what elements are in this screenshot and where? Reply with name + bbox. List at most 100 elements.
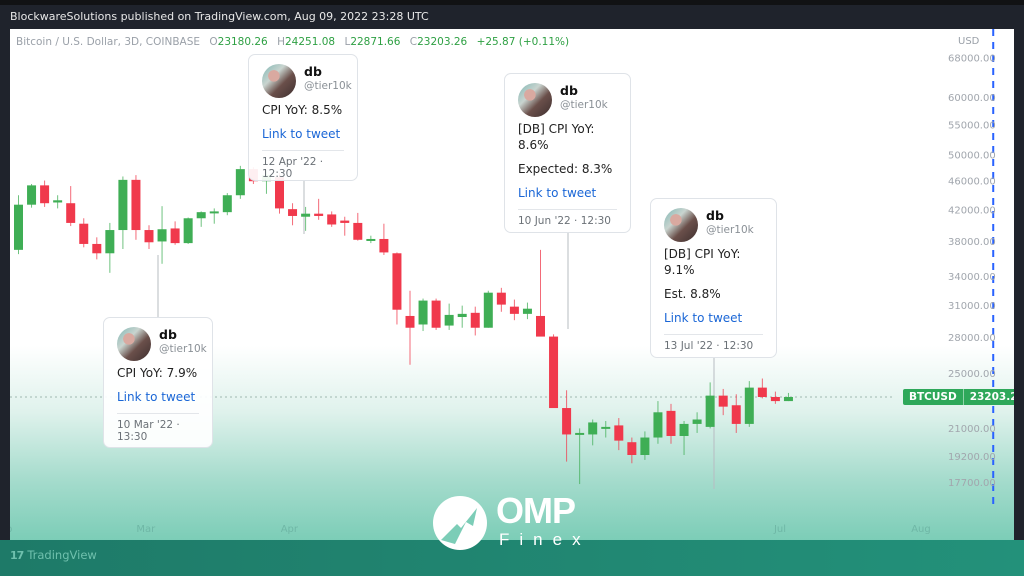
candle — [757, 378, 767, 399]
candle — [353, 212, 363, 241]
tweet-author: db — [159, 327, 177, 342]
candle — [614, 418, 624, 451]
candle — [235, 165, 245, 199]
watermark-word: OMP — [496, 490, 576, 531]
candle-body — [27, 185, 37, 205]
candle — [196, 211, 206, 227]
candle-body — [157, 229, 167, 242]
candle-body — [79, 223, 89, 244]
candle-body — [405, 315, 415, 328]
tradingview-logo[interactable]: 17 TradingView — [10, 548, 97, 562]
candle-body — [66, 203, 76, 223]
candle-body — [757, 387, 767, 397]
tweet-link[interactable]: Link to tweet — [117, 389, 199, 405]
chart-frame[interactable]: 68000.00 60000.00 55000.00 50000.00 46000.00… — [10, 29, 1014, 540]
tweet-card-jun: db @tier10k [DB] CPI YoY: 8.6% Expected:… — [504, 73, 631, 233]
candle-body — [379, 238, 389, 253]
candle — [470, 306, 480, 336]
candle-body — [144, 230, 154, 243]
candle-body — [744, 387, 754, 424]
low-value: 22871.66 — [350, 36, 401, 48]
candle — [627, 437, 637, 464]
candle-body — [783, 396, 793, 402]
open-label: O — [209, 36, 218, 48]
x-tick-label: Aug — [911, 524, 931, 535]
candle — [418, 298, 428, 332]
candle-body — [431, 300, 441, 328]
candle — [131, 175, 141, 240]
y-tick-label: 42000.00 — [948, 205, 996, 216]
candle-body — [444, 314, 454, 326]
tweet-text: CPI YoY: 7.9% — [117, 366, 198, 380]
candle — [575, 428, 585, 485]
tweet-link[interactable]: Link to tweet — [262, 126, 344, 142]
candle — [522, 302, 532, 320]
candle — [288, 203, 298, 226]
symbol-description: Bitcoin / U.S. Dollar, 3D, COINBASE — [16, 36, 201, 48]
candle-body — [366, 238, 376, 241]
candle-body — [457, 313, 467, 318]
candle-body — [483, 292, 493, 328]
y-tick-label: 31000.00 — [948, 301, 996, 312]
tweet-handle: @tier10k — [706, 224, 754, 236]
candle-body — [640, 437, 650, 456]
candle-body — [353, 222, 363, 240]
tweet-link[interactable]: Link to tweet — [518, 185, 617, 201]
candle-body — [314, 213, 324, 216]
candle — [379, 223, 389, 256]
avatar — [117, 327, 151, 361]
symbol-legend: Bitcoin / U.S. Dollar, 3D, COINBASE O231… — [16, 36, 569, 48]
y-tick-label: 46000.00 — [948, 177, 996, 188]
candle-body — [235, 169, 245, 196]
candle — [105, 222, 115, 273]
tweet-handle: @tier10k — [159, 343, 207, 355]
candle-body — [131, 179, 141, 231]
candle-body — [14, 204, 23, 250]
candle-body — [627, 442, 637, 456]
candle — [170, 221, 180, 245]
candle-body — [196, 212, 206, 219]
candle — [718, 388, 728, 416]
candle-body — [53, 200, 63, 203]
price-tag-symbol: BTCUSD — [903, 388, 964, 405]
candle-body — [536, 315, 545, 337]
open-value: 23180.26 — [217, 36, 268, 48]
candle — [431, 298, 441, 330]
y-tick-label: 34000.00 — [948, 272, 996, 283]
candle — [483, 290, 493, 328]
candle — [209, 208, 219, 224]
published-text: BlockwareSolutions published on TradingV… — [10, 10, 429, 23]
tweet-link[interactable]: Link to tweet — [664, 310, 763, 326]
tweet-text-2: Est. 8.8% — [664, 287, 721, 301]
candle-body — [118, 179, 128, 231]
y-tick-label: 38000.00 — [948, 237, 996, 248]
omp-logo-icon — [433, 496, 487, 550]
y-tick-label: 50000.00 — [948, 150, 996, 161]
candle — [79, 218, 89, 248]
candle-body — [575, 432, 585, 435]
candle — [770, 391, 780, 404]
x-tick-label: Apr — [281, 524, 299, 535]
tweet-text-2: Expected: 8.3% — [518, 162, 613, 176]
candle-body — [40, 185, 50, 204]
candle-body — [718, 395, 728, 407]
tweet-text: [DB] CPI YoY: 8.6% — [518, 122, 595, 152]
candle-body — [275, 177, 284, 209]
last-price-tag: BTCUSD 23203.26 — [903, 388, 1014, 405]
y-tick-label: 21000.00 — [948, 424, 996, 435]
candle — [731, 394, 741, 433]
tweet-author: db — [560, 83, 578, 98]
y-tick-label: 28000.00 — [948, 333, 996, 344]
candle — [366, 235, 376, 244]
candle-body — [340, 220, 350, 223]
candle-body — [392, 253, 402, 310]
x-tick-label: Jul — [773, 524, 786, 535]
price-axis: 68000.00 60000.00 55000.00 50000.00 46000.00… — [948, 54, 996, 489]
candle — [340, 216, 350, 236]
candle-body — [327, 214, 337, 225]
candle-body — [105, 230, 115, 254]
x-tick-label: Mar — [136, 524, 156, 535]
candle-body — [418, 300, 428, 325]
tweet-text: [DB] CPI YoY: 9.1% — [664, 247, 741, 277]
candle — [92, 237, 102, 260]
